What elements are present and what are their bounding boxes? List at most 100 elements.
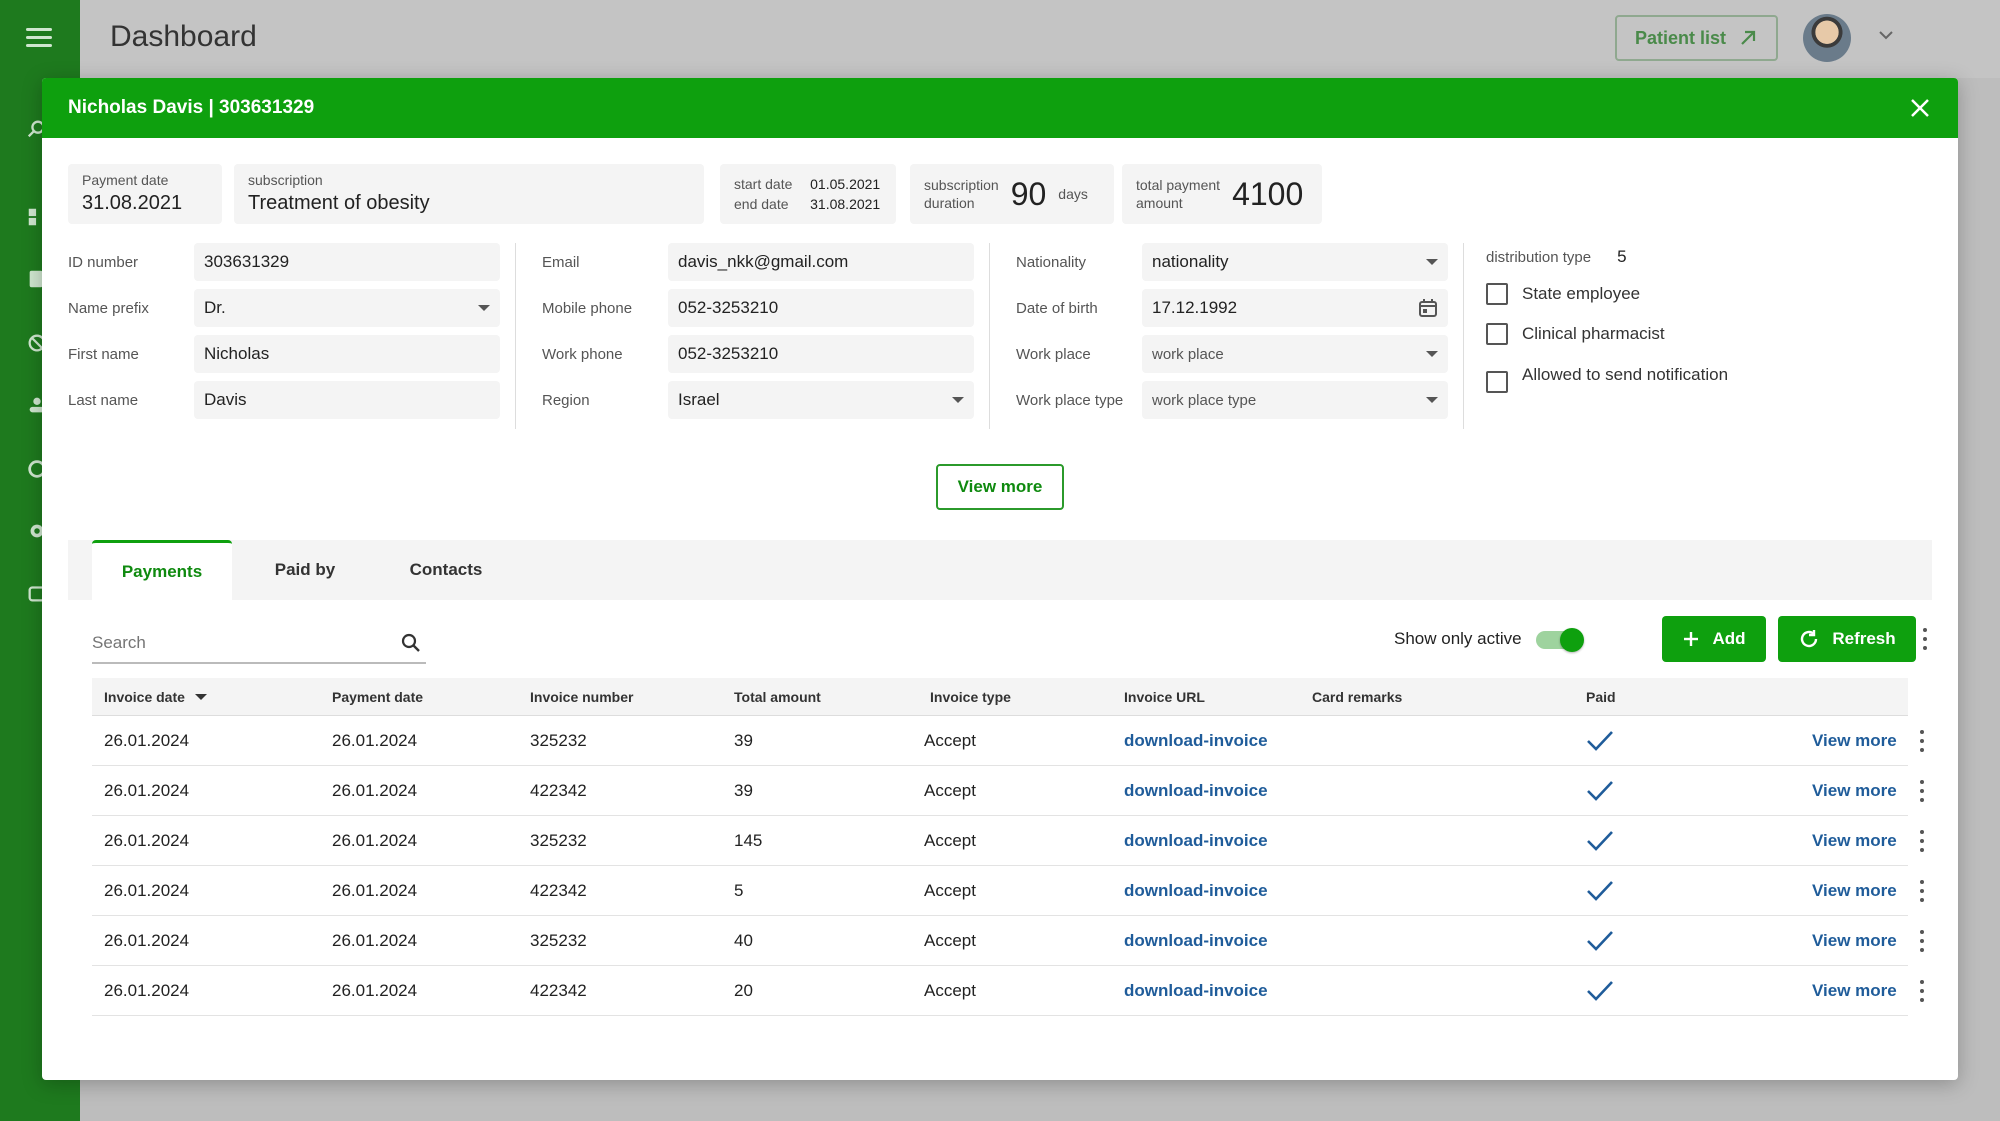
end-date-value: 31.08.2021 [810, 196, 881, 212]
view-more-button[interactable]: View more [936, 464, 1064, 510]
nationality-select[interactable]: nationality [1142, 243, 1448, 281]
row-view-more-link[interactable]: View more [1812, 881, 1897, 901]
duration-value: 90 [1010, 175, 1047, 212]
caret-down-icon [1426, 351, 1438, 357]
clinical-pharmacist-checkbox-row[interactable]: Clinical pharmacist [1486, 323, 1665, 345]
mobile-phone-field[interactable]: 052-3253210 [668, 289, 974, 327]
download-invoice-link[interactable]: download-invoice [1124, 781, 1268, 801]
cell-invoice-number: 422342 [530, 980, 587, 1000]
download-invoice-link[interactable]: download-invoice [1124, 831, 1268, 851]
patient-form: ID number 303631329 Name prefix Dr. Firs… [68, 243, 1948, 443]
total-value: 4100 [1232, 175, 1304, 212]
cell-invoice-date: 26.01.2024 [104, 930, 190, 950]
check-icon [1587, 831, 1613, 851]
id-number-field[interactable]: 303631329 [194, 243, 500, 281]
row-more-options-icon[interactable] [1919, 780, 1925, 802]
row-view-more-link[interactable]: View more [1812, 781, 1897, 801]
email-field[interactable]: davis_nkk@gmail.com [668, 243, 974, 281]
work-place-value: work place [1152, 345, 1224, 363]
refresh-button[interactable]: Refresh [1778, 616, 1916, 662]
download-invoice-link[interactable]: download-invoice [1124, 931, 1268, 951]
column-invoice-date[interactable]: Invoice date [104, 689, 207, 705]
download-invoice-link[interactable]: download-invoice [1124, 881, 1268, 901]
column-invoice-type[interactable]: Invoice type [930, 689, 1011, 705]
tab-payments[interactable]: Payments [92, 540, 232, 600]
state-employee-checkbox-row[interactable]: State employee [1486, 283, 1640, 305]
cell-total-amount: 40 [734, 930, 753, 950]
search-icon[interactable] [400, 632, 422, 654]
duration-label: subscription duration [924, 176, 999, 212]
show-only-active-toggle[interactable] [1535, 628, 1584, 652]
allowed-notification-checkbox[interactable] [1486, 371, 1508, 393]
menu-icon[interactable] [26, 28, 52, 48]
work-place-type-label: Work place type [1016, 391, 1124, 409]
row-view-more-link[interactable]: View more [1812, 831, 1897, 851]
tab-paid-by[interactable]: Paid by [240, 540, 370, 600]
row-more-options-icon[interactable] [1919, 930, 1925, 952]
clinical-pharmacist-label: Clinical pharmacist [1522, 324, 1665, 343]
column-payment-date[interactable]: Payment date [332, 689, 423, 705]
cell-invoice-date: 26.01.2024 [104, 980, 190, 1000]
row-view-more-link[interactable]: View more [1812, 731, 1897, 751]
nationality-row: Nationality nationality [1016, 243, 1448, 281]
distribution-type: distribution type 5 [1486, 243, 1627, 271]
column-total-amount[interactable]: Total amount [734, 689, 821, 705]
work-place-select[interactable]: work place [1142, 335, 1448, 373]
more-options-icon[interactable] [1922, 628, 1928, 650]
total-label-line1: total payment [1136, 177, 1221, 193]
cell-payment-date: 26.01.2024 [332, 830, 418, 850]
name-prefix-select[interactable]: Dr. [194, 289, 500, 327]
state-employee-checkbox[interactable] [1486, 283, 1508, 305]
divider [1463, 243, 1464, 429]
plus-icon [1684, 632, 1699, 646]
work-phone-field[interactable]: 052-3253210 [668, 335, 974, 373]
patient-modal: Nicholas Davis | 303631329 Payment date … [42, 78, 1958, 1080]
date-of-birth-field[interactable]: 17.12.1992 [1142, 289, 1448, 327]
dates-card: start date 01.05.2021 end date 31.08.202… [720, 164, 896, 224]
region-select[interactable]: Israel [668, 381, 974, 419]
payment-date-card: Payment date 31.08.2021 [68, 164, 222, 224]
close-icon[interactable] [1908, 96, 1932, 120]
check-icon [1587, 931, 1613, 951]
tab-contacts[interactable]: Contacts [376, 540, 516, 600]
calendar-icon[interactable] [1418, 298, 1438, 318]
table-header: Invoice date Payment date Invoice number… [92, 678, 1908, 716]
download-invoice-link[interactable]: download-invoice [1124, 981, 1268, 1001]
modal-title: Nicholas Davis | 303631329 [68, 97, 315, 118]
row-view-more-link[interactable]: View more [1812, 981, 1897, 1001]
work-place-type-select[interactable]: work place type [1142, 381, 1448, 419]
download-invoice-link[interactable]: download-invoice [1124, 731, 1268, 751]
allowed-notification-checkbox-row[interactable]: Allowed to send notification [1486, 357, 1728, 393]
refresh-icon [1801, 630, 1818, 648]
payments-toolbar: Show only active Add Refresh [92, 616, 1932, 666]
column-card-remarks[interactable]: Card remarks [1312, 689, 1402, 705]
first-name-field[interactable]: Nicholas [194, 335, 500, 373]
caret-down-icon [952, 397, 964, 403]
add-button[interactable]: Add [1662, 616, 1766, 662]
row-view-more-link[interactable]: View more [1812, 931, 1897, 951]
column-invoice-number[interactable]: Invoice number [530, 689, 633, 705]
column-invoice-url[interactable]: Invoice URL [1124, 689, 1205, 705]
row-more-options-icon[interactable] [1919, 730, 1925, 752]
row-more-options-icon[interactable] [1919, 880, 1925, 902]
row-more-options-icon[interactable] [1919, 980, 1925, 1002]
search-input[interactable] [92, 633, 372, 653]
avatar[interactable] [1803, 14, 1851, 62]
chevron-down-icon[interactable] [1878, 30, 1894, 40]
cell-invoice-type: Accept [924, 830, 976, 850]
clinical-pharmacist-checkbox[interactable] [1486, 323, 1508, 345]
state-employee-label: State employee [1522, 284, 1641, 303]
show-only-active: Show only active [1394, 616, 1584, 662]
external-arrow-icon [1741, 30, 1756, 45]
duration-label-line1: subscription [924, 177, 999, 193]
last-name-field[interactable]: Davis [194, 381, 500, 419]
caret-down-icon [1426, 397, 1438, 403]
patient-list-button[interactable]: Patient list [1615, 15, 1778, 61]
subscription-label: subscription [248, 172, 323, 188]
row-more-options-icon[interactable] [1919, 830, 1925, 852]
cell-total-amount: 145 [734, 830, 763, 850]
date-of-birth-value: 17.12.1992 [1152, 298, 1238, 317]
tab-bar: Payments Paid by Contacts [68, 540, 1932, 600]
modal-header: Nicholas Davis | 303631329 [42, 78, 1958, 138]
column-paid[interactable]: Paid [1586, 689, 1616, 705]
